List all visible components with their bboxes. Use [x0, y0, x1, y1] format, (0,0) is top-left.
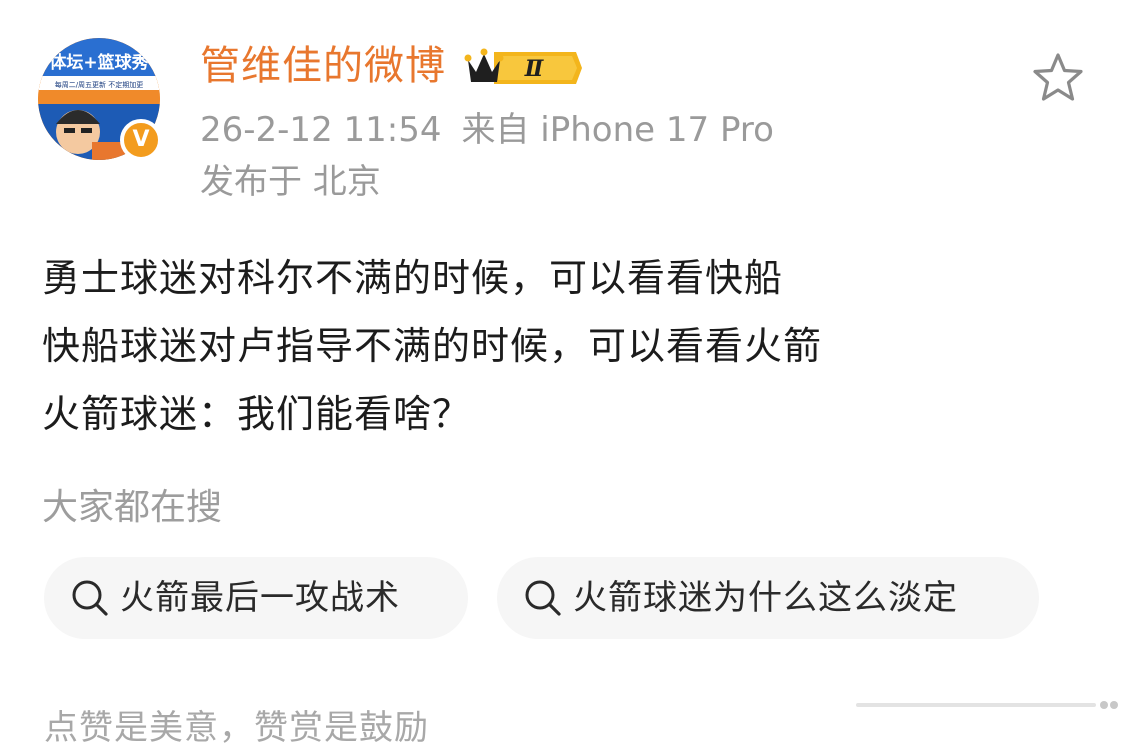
avatar-title-text: 体坛+篮球秀 — [49, 52, 148, 73]
search-icon — [525, 580, 561, 616]
verified-icon: V — [120, 119, 162, 161]
search-chip-2[interactable]: 火箭球迷为什么这么淡定 — [497, 557, 1039, 639]
search-icon — [72, 580, 108, 616]
post-line-1: 勇士球迷对科尔不满的时候，可以看看快船 — [42, 256, 784, 300]
avatar-sub-text: 每周二/周五更新 不定期加更 — [55, 80, 144, 89]
post-line-2: 快船球迷对卢指导不满的时候，可以看看火箭 — [42, 324, 823, 368]
reward-hint-text: 点赞是美意，赞赏是鼓励 — [44, 708, 429, 748]
username-link[interactable]: 管维佳的微博 — [200, 40, 446, 92]
star-outline-icon[interactable] — [1030, 50, 1086, 106]
post-line-3: 火箭球迷：我们能看啥？ — [42, 392, 472, 436]
timestamp: 26-2-12 11:54 — [200, 110, 442, 150]
search-section-heading: 大家都在搜 — [42, 487, 223, 528]
post-body: 勇士球迷对科尔不满的时候，可以看看快船 快船球迷对卢指导不满的时候，可以看看火箭… — [42, 244, 1092, 448]
level-badge-text: Ⅱ — [524, 56, 545, 82]
crown-icon[interactable]: Ⅱ — [464, 46, 582, 90]
post-source: 来自 iPhone 17 Pro — [461, 110, 774, 150]
post-location: 发布于 北京 — [200, 162, 381, 202]
search-chip-1[interactable]: 火箭最后一攻战术 — [44, 557, 468, 639]
search-chip-label: 火箭最后一攻战术 — [120, 578, 400, 618]
more-icon[interactable] — [856, 693, 1118, 717]
search-chip-label: 火箭球迷为什么这么淡定 — [573, 578, 958, 618]
post-meta: 26-2-12 11:54 来自 iPhone 17 Pro — [200, 108, 774, 152]
